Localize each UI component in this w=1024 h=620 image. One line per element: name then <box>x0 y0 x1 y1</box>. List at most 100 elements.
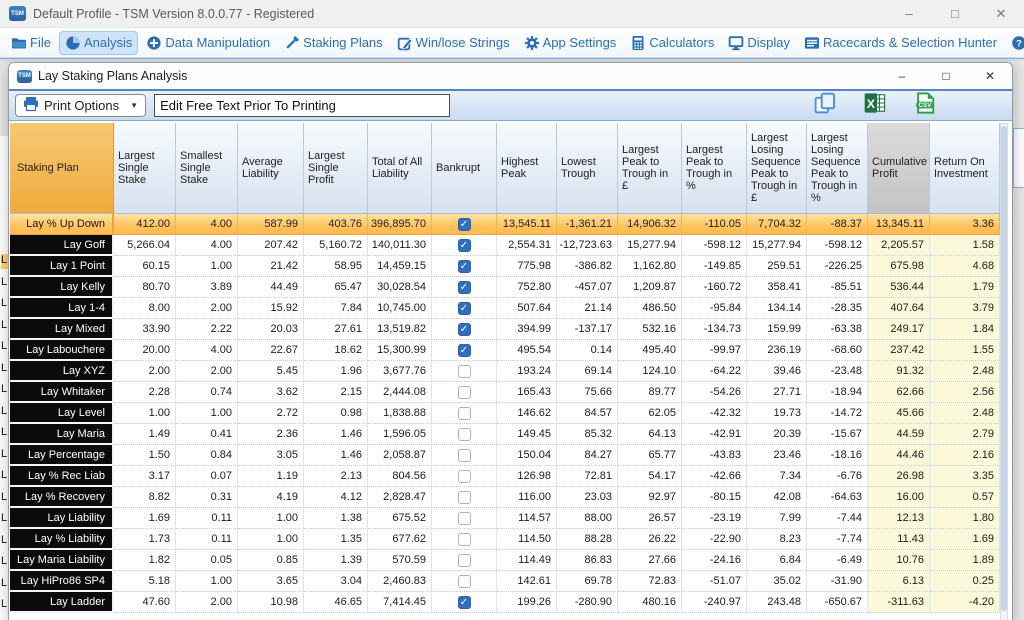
value-cell[interactable]: 1,162.80 <box>618 256 682 277</box>
value-cell[interactable]: 0.11 <box>176 529 238 550</box>
close-button[interactable]: ✕ <box>978 0 1024 27</box>
value-cell[interactable]: 16.00 <box>868 487 930 508</box>
staking-plan-name-cell[interactable]: Lay HiPro86 SP4 <box>10 571 114 592</box>
value-cell[interactable]: 159.99 <box>747 319 807 340</box>
value-cell[interactable]: 412.00 <box>114 214 176 235</box>
value-cell[interactable]: 88.28 <box>557 529 618 550</box>
table-row[interactable]: Lay Mixed 33.90 2.22 20.03 27.61 13,519.82 ✓ 39… <box>10 319 1001 340</box>
table-row[interactable]: Lay 1-4 8.00 2.00 15.92 7.84 10,745.00 ✓ 507.64… <box>10 298 1001 319</box>
value-cell[interactable]: 2.00 <box>176 592 238 613</box>
value-cell[interactable]: 2,460.83 <box>368 571 432 592</box>
value-cell[interactable]: -598.12 <box>682 235 747 256</box>
value-cell[interactable]: 35.02 <box>747 571 807 592</box>
value-cell[interactable]: 114.49 <box>497 550 557 571</box>
bankrupt-checkbox[interactable]: ✓ <box>457 301 471 315</box>
value-cell[interactable]: 507.64 <box>497 298 557 319</box>
value-cell[interactable]: -88.37 <box>807 214 868 235</box>
bankrupt-checkbox[interactable]: ✓ <box>457 238 471 252</box>
bankrupt-checkbox[interactable] <box>457 385 471 399</box>
table-row[interactable]: Lay Maria Liability 1.82 0.05 0.85 1.39 570.5… <box>10 550 1001 571</box>
value-cell[interactable]: 4.00 <box>176 214 238 235</box>
value-cell[interactable]: 0.85 <box>238 550 304 571</box>
value-cell[interactable]: 1.82 <box>114 550 176 571</box>
value-cell[interactable]: 10.76 <box>868 550 930 571</box>
value-cell[interactable]: 26.98 <box>868 466 930 487</box>
value-cell[interactable]: 1,209.87 <box>618 277 682 298</box>
value-cell[interactable]: 126.98 <box>497 466 557 487</box>
value-cell[interactable]: 2.48 <box>930 403 1000 424</box>
value-cell[interactable]: 1,838.88 <box>368 403 432 424</box>
table-row[interactable]: Lay Maria 1.49 0.41 2.36 1.46 1,596.05 149.45 8… <box>10 424 1001 445</box>
value-cell[interactable]: -43.83 <box>682 445 747 466</box>
dialog-minimize-button[interactable]: – <box>880 63 924 89</box>
minimize-button[interactable]: – <box>886 0 932 27</box>
value-cell[interactable]: 495.40 <box>618 340 682 361</box>
value-cell[interactable]: 532.16 <box>618 319 682 340</box>
value-cell[interactable]: 0.84 <box>176 445 238 466</box>
value-cell[interactable]: -280.90 <box>557 592 618 613</box>
value-cell[interactable]: 60.15 <box>114 256 176 277</box>
value-cell[interactable]: 2.36 <box>238 424 304 445</box>
print-options-button[interactable]: Print Options ▼ <box>15 94 147 117</box>
bankrupt-checkbox[interactable] <box>457 427 471 441</box>
value-cell[interactable]: 84.57 <box>557 403 618 424</box>
value-cell[interactable]: 8.82 <box>114 487 176 508</box>
value-cell[interactable]: 69.78 <box>557 571 618 592</box>
staking-plan-name-cell[interactable]: Lay Maria <box>10 424 114 445</box>
menu-item-staking-plans[interactable]: Staking Plans <box>278 31 389 55</box>
value-cell[interactable]: 33.90 <box>114 319 176 340</box>
table-row[interactable]: Lay % Rec Liab 3.17 0.07 1.19 2.13 804.56 126.… <box>10 466 1001 487</box>
value-cell[interactable]: 10.98 <box>238 592 304 613</box>
staking-plan-name-cell[interactable]: Lay Goff <box>10 235 114 256</box>
staking-plan-name-cell[interactable]: Lay 1 Point <box>10 256 114 277</box>
value-cell[interactable]: 5.18 <box>114 571 176 592</box>
value-cell[interactable]: 10,745.00 <box>368 298 432 319</box>
value-cell[interactable]: 165.43 <box>497 382 557 403</box>
column-header[interactable]: Bankrupt <box>432 123 497 214</box>
value-cell[interactable]: 134.14 <box>747 298 807 319</box>
value-cell[interactable]: -4.20 <box>930 592 1000 613</box>
value-cell[interactable]: 3,677.76 <box>368 361 432 382</box>
value-cell[interactable]: 7.34 <box>747 466 807 487</box>
excel-export-icon[interactable]: X <box>864 92 886 119</box>
value-cell[interactable]: 2.28 <box>114 382 176 403</box>
value-cell[interactable]: 1.73 <box>114 529 176 550</box>
value-cell[interactable]: 58.95 <box>304 256 368 277</box>
value-cell[interactable]: 45.66 <box>868 403 930 424</box>
bankrupt-checkbox[interactable]: ✓ <box>457 217 471 231</box>
value-cell[interactable]: 13,345.11 <box>868 214 930 235</box>
value-cell[interactable]: -598.12 <box>807 235 868 256</box>
value-cell[interactable]: 3.89 <box>176 277 238 298</box>
menu-item-racecards-selection-hunter[interactable]: Racecards & Selection Hunter <box>798 31 1003 55</box>
table-row[interactable]: Lay Goff 5,266.04 4.00 207.42 5,160.72 140,01… <box>10 235 1001 256</box>
staking-plan-name-cell[interactable]: Lay Level <box>10 403 114 424</box>
value-cell[interactable]: 1.00 <box>176 403 238 424</box>
value-cell[interactable]: 1.00 <box>238 508 304 529</box>
staking-plan-name-cell[interactable]: Lay Labouchere <box>10 340 114 361</box>
value-cell[interactable]: -386.82 <box>557 256 618 277</box>
value-cell[interactable]: 86.83 <box>557 550 618 571</box>
value-cell[interactable]: 677.62 <box>368 529 432 550</box>
value-cell[interactable]: -23.19 <box>682 508 747 529</box>
value-cell[interactable]: -64.63 <box>807 487 868 508</box>
table-row[interactable]: Lay % Up Down 412.00 4.00 587.99 403.76 396,8… <box>10 214 1001 235</box>
value-cell[interactable]: 2.16 <box>930 445 1000 466</box>
value-cell[interactable]: -7.74 <box>807 529 868 550</box>
value-cell[interactable]: 2.15 <box>304 382 368 403</box>
value-cell[interactable]: -42.32 <box>682 403 747 424</box>
scrollbar-thumb[interactable] <box>1001 126 1007 611</box>
value-cell[interactable]: 22.67 <box>238 340 304 361</box>
value-cell[interactable]: 21.42 <box>238 256 304 277</box>
column-header[interactable]: Largest Peak to Trough in % <box>682 123 747 214</box>
value-cell[interactable]: 5.45 <box>238 361 304 382</box>
value-cell[interactable]: 396,895.70 <box>368 214 432 235</box>
table-row[interactable]: Lay 1 Point 60.15 1.00 21.42 58.95 14,459.15 ✓… <box>10 256 1001 277</box>
value-cell[interactable]: -457.07 <box>557 277 618 298</box>
bankrupt-checkbox[interactable] <box>457 406 471 420</box>
bankrupt-checkbox[interactable]: ✓ <box>457 259 471 273</box>
value-cell[interactable]: 14,459.15 <box>368 256 432 277</box>
value-cell[interactable]: -42.91 <box>682 424 747 445</box>
value-cell[interactable]: 486.50 <box>618 298 682 319</box>
value-cell[interactable]: 11.43 <box>868 529 930 550</box>
value-cell[interactable]: 116.00 <box>497 487 557 508</box>
